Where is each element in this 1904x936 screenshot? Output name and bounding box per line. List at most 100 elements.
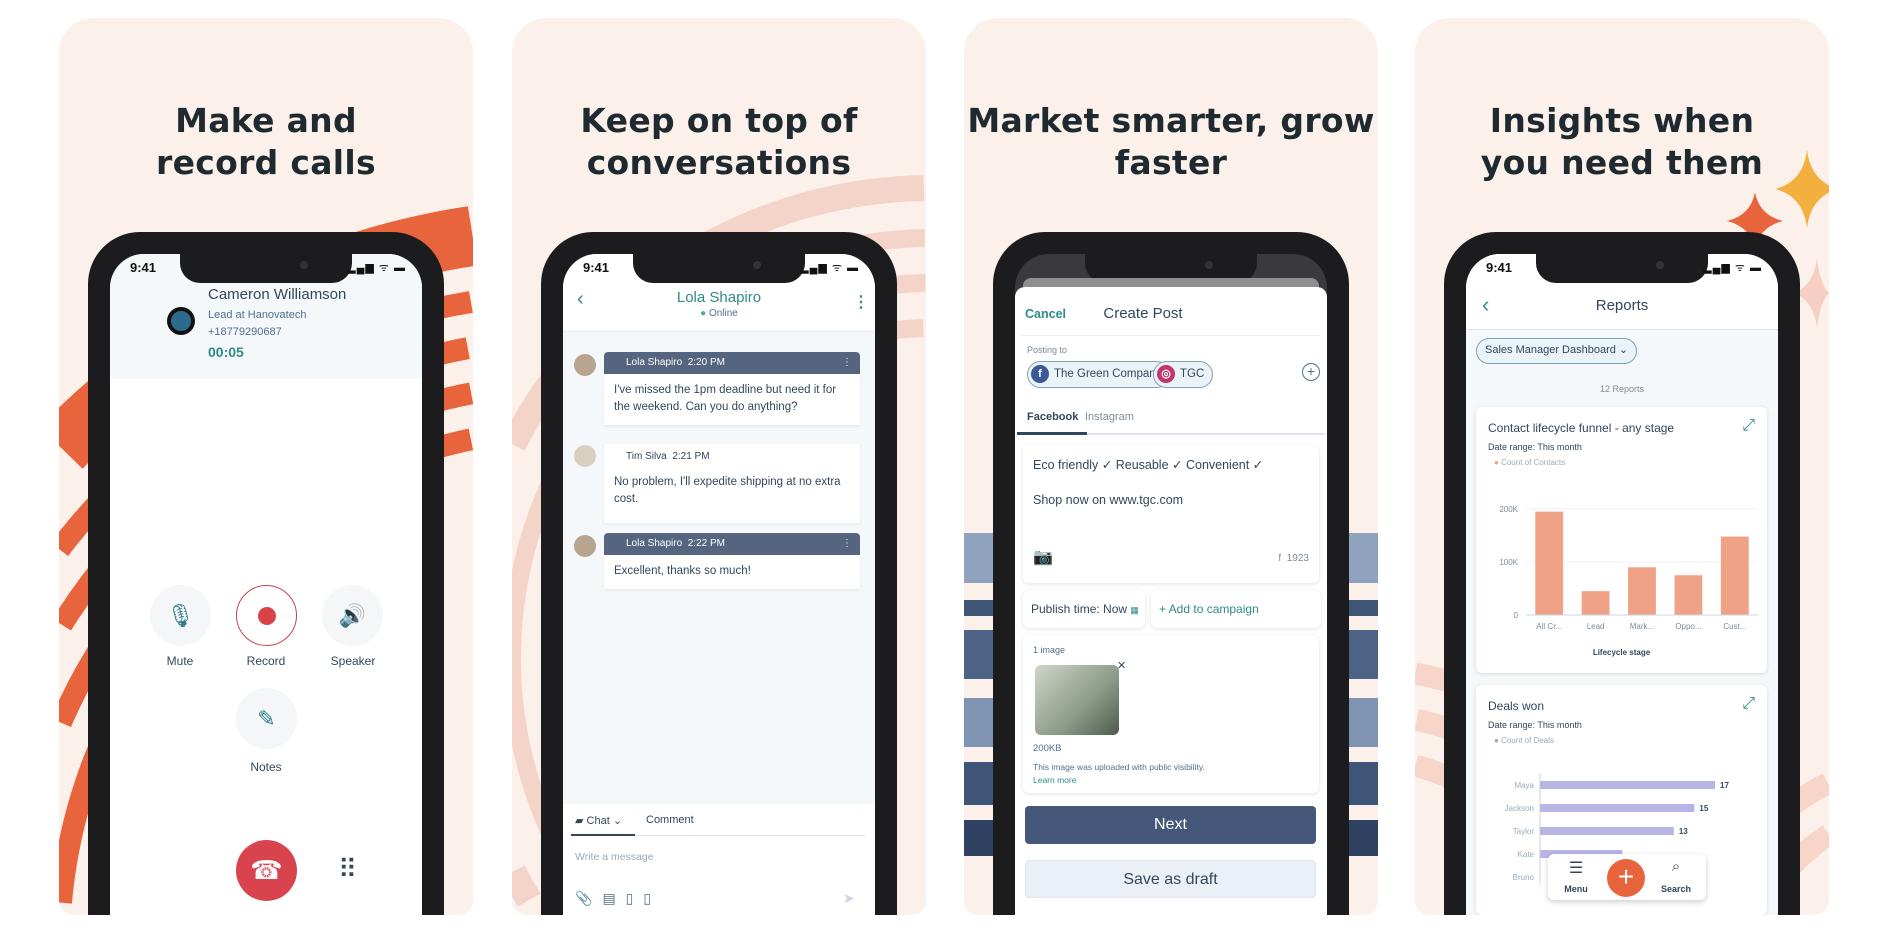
char-count: f 1923 (1278, 553, 1309, 564)
decor-arc (512, 865, 541, 907)
more-options-icon[interactable]: ⋮ (853, 292, 869, 312)
data-label: 15 (1699, 804, 1708, 813)
y-tick-label: Jackson (1505, 804, 1534, 813)
speaker-label: Speaker (330, 654, 376, 668)
edit-note-icon: ✎ (257, 705, 276, 731)
data-label: 17 (1720, 781, 1729, 790)
composer-icons[interactable]: 📎▤▯▯ (575, 890, 661, 907)
add-to-campaign-button[interactable]: + Add to campaign (1151, 590, 1321, 628)
headline: Make and record calls (156, 101, 376, 182)
phone-frame: Cancel Create Post Posting to f The Green… (993, 232, 1349, 915)
create-post-screen: Cancel Create Post Posting to f The Green… (1015, 254, 1327, 915)
learn-more-link[interactable]: Learn more (1033, 775, 1076, 785)
phone-frame: 9:41 ▂▄▆ ᯤ ▬ ‹ Reports Sales Manager Das… (1444, 232, 1800, 915)
post-text-editor[interactable]: Eco friendly ✓ Reusable ✓ Convenient ✓ S… (1023, 445, 1319, 583)
bar (1581, 591, 1610, 615)
message-body: Excellent, thanks so much! (604, 555, 860, 589)
image-section: 1 image ✕ 200KB This image was uploaded … (1023, 635, 1319, 793)
y-tick-label: Taylor (1513, 827, 1535, 836)
account-chip-instagram[interactable]: ◎ TGC (1153, 361, 1214, 388)
menu-icon[interactable]: ☰ (1556, 858, 1596, 878)
contact-subtitle: Lead at Hanovatech (208, 309, 307, 321)
call-timer: 00:05 (208, 344, 244, 360)
bar (1720, 536, 1749, 615)
message-header: Lola Shapiro 2:20 PM ⋮ (604, 352, 860, 374)
y-tick-label: 100K (1499, 558, 1518, 567)
contact-name: Cameron Williamson (208, 286, 347, 303)
panel-conversations: Keep on top of conversations 9:41 ▂▄▆ ᯤ ▬… (512, 18, 926, 915)
status-time: 9:41 (130, 260, 157, 275)
post-sheet: Cancel Create Post Posting to f The Green… (1015, 287, 1327, 915)
bar (1674, 575, 1703, 615)
keypad-icon: ⠿ (338, 854, 358, 884)
tab-comment[interactable]: Comment (646, 814, 694, 826)
pink-sparkle-icon (1795, 258, 1829, 328)
panel-insights: Insights when you need them 9:41 ▂▄▆ ᯤ ▬ … (1415, 18, 1829, 915)
menu-button[interactable]: Menu (1556, 884, 1596, 894)
hangup-button[interactable]: ☎ (236, 840, 297, 901)
bar (1540, 827, 1674, 835)
status-time: 9:41 (583, 260, 610, 275)
online-status: ● Online (700, 308, 738, 319)
headline: Market smarter, grow faster (967, 101, 1375, 182)
record-button[interactable] (236, 585, 297, 646)
call-screen: 9:41 ▂▄▆ ᯤ ▬ Cameron Williamson Lead at … (110, 254, 422, 915)
remove-image-icon[interactable]: ✕ (1117, 659, 1126, 672)
save-draft-button[interactable]: Save as draft (1025, 860, 1316, 898)
y-tick-label: Maya (1514, 781, 1534, 790)
record-label: Record (246, 654, 286, 668)
x-tick-label: Lead (1587, 622, 1605, 631)
image-thumbnail[interactable] (1035, 665, 1119, 735)
speaker-button[interactable]: 🔊 (322, 585, 383, 646)
avatar (574, 354, 596, 376)
funnel-bar-chart: 200K 100K 0 All Cr... Lead Mark... Oppo... Cust… (1499, 505, 1758, 631)
x-tick-label: Oppo... (1675, 622, 1701, 631)
speaker-icon: 🔊 (338, 602, 367, 628)
tab-instagram[interactable]: Instagram (1085, 411, 1134, 423)
bar (1540, 781, 1715, 789)
dashboard-dropdown[interactable]: Sales Manager Dashboard ⌄ (1476, 338, 1638, 364)
account-chip-facebook[interactable]: f The Green Company (1027, 361, 1171, 388)
status-time: 9:41 (1486, 260, 1513, 275)
contact-avatar (167, 307, 195, 335)
bar (1540, 804, 1695, 812)
x-tick-label: Mark... (1630, 622, 1654, 631)
headline: Keep on top of conversations (580, 101, 858, 182)
phone-frame: 9:41 ▂▄▆ ᯤ ▬ Cameron Williamson Lead at … (88, 232, 444, 915)
next-button[interactable]: Next (1025, 806, 1316, 844)
notes-label: Notes (250, 760, 282, 774)
sheet-title: Create Post (1103, 305, 1183, 322)
tab-chat[interactable]: ▰ Chat ⌄ (575, 814, 622, 827)
add-account-icon[interactable]: + (1302, 363, 1320, 381)
message-input[interactable]: Write a message (575, 851, 654, 863)
notes-button[interactable]: ✎ (236, 688, 297, 749)
data-label: 13 (1679, 827, 1688, 836)
attachment-icon: 📎 (575, 890, 603, 906)
x-tick-label: All Cr... (1536, 622, 1562, 631)
microphone-icon: 🎙 (166, 602, 195, 628)
y-tick-label: Bruno (1513, 873, 1535, 882)
status-icons: ▂▄▆ ᯤ ▬ (800, 262, 859, 274)
send-icon[interactable]: ➤ (843, 890, 855, 907)
bar (1628, 567, 1656, 615)
phone-frame: 9:41 ▂▄▆ ᯤ ▬ ‹ Lola Shapiro ● Online ⋮ L… (541, 232, 897, 915)
search-icon[interactable]: ⌕ (1656, 858, 1696, 875)
message-header: Lola Shapiro 2:22 PM ⋮ (604, 533, 860, 555)
posting-to-label: Posting to (1027, 345, 1068, 355)
avatar (574, 445, 596, 467)
publish-time-button[interactable]: Publish time: Now ▦ (1023, 590, 1145, 628)
search-button[interactable]: Search (1656, 884, 1696, 894)
panel-marketing: Market smarter, grow faster Cancel Create… (964, 18, 1378, 915)
y-tick-label: Kate (1518, 850, 1535, 859)
funnel-report-card[interactable]: Contact lifecycle funnel - any stage ⤢ D… (1476, 407, 1767, 673)
y-tick-label: 0 (1514, 611, 1519, 620)
report-count: 12 Reports (1599, 384, 1645, 394)
bar (1535, 511, 1564, 615)
keypad-button[interactable]: ⠿ (338, 854, 357, 885)
camera-icon[interactable]: 📷 (1033, 547, 1053, 567)
add-button[interactable]: + (1607, 859, 1645, 897)
tab-facebook[interactable]: Facebook (1027, 411, 1078, 423)
reports-title: Reports (1595, 297, 1649, 314)
chat-contact-name: Lola Shapiro (676, 289, 762, 306)
mute-button[interactable]: 🎙 (150, 585, 211, 646)
